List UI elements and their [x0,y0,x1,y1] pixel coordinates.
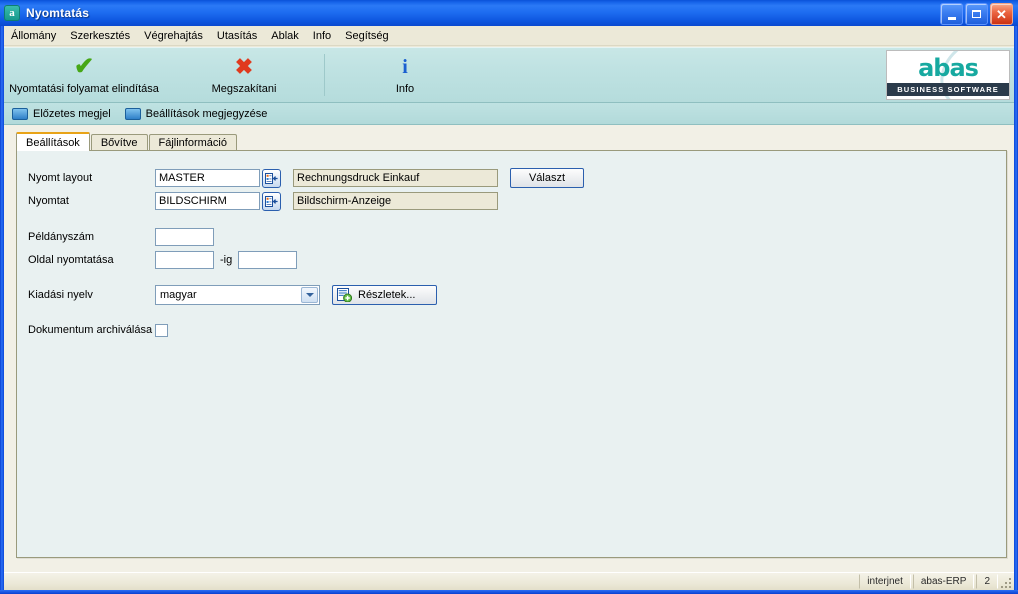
form-area: Beállítások Bővítve Fájlinformáció Nyomt… [4,125,1014,572]
title-bar: a Nyomtatás ✕ [0,0,1018,26]
window-controls: ✕ [940,3,1013,25]
logo-tagline: BUSINESS SOFTWARE [887,83,1009,96]
maximize-icon [972,10,981,18]
close-icon: ✕ [996,6,1007,22]
save-settings-toggle-icon [124,107,141,120]
status-cell-network: interjnet [859,574,911,589]
abas-app-icon: a [4,5,20,21]
options-bar: Előzetes megjel Beállítások megjegyzése [4,103,1014,125]
start-print-button[interactable]: ✔ Nyomtatási folyamat elindítása [4,48,164,102]
archive-label: Dokumentum archiválása [28,324,153,336]
close-button[interactable]: ✕ [990,3,1013,25]
start-print-label: Nyomtatási folyamat elindítása [9,83,159,95]
menu-item-vegrehajtas[interactable]: Végrehajtás [137,28,210,44]
maximize-button[interactable] [965,3,988,25]
preview-toggle-label: Előzetes megjel [33,107,111,120]
language-row: Kiadási nyelv magyar Részletek... [28,285,437,305]
preview-toggle[interactable]: Előzetes megjel [12,107,111,120]
print-dialog-window: a Nyomtatás ✕ Állomány Szerkesztés Végre… [0,0,1018,594]
window-frame-bottom [0,590,1018,594]
print-layout-picker-button[interactable] [262,168,281,188]
menu-item-segitseg[interactable]: Segítség [338,28,395,44]
info-icon: i [402,56,408,78]
pages-to-input[interactable] [238,251,298,269]
cancel-button[interactable]: ✖ Megszakítani [164,48,324,102]
save-settings-toggle[interactable]: Beállítások megjegyzése [124,107,268,120]
info-label: Info [395,83,415,95]
chevron-down-icon[interactable] [301,287,318,303]
menu-bar: Állomány Szerkesztés Végrehajtás Utasítá… [4,26,1014,46]
main-toolbar: ✔ Nyomtatási folyamat elindítása ✖ Megsz… [4,47,1014,103]
print-target-description [293,192,498,210]
window-frame-right [1014,26,1018,594]
print-layout-input[interactable] [155,169,260,187]
print-target-row: Nyomtat [28,191,498,211]
red-cross-icon: ✖ [234,54,254,79]
print-layout-label: Nyomt layout [28,172,93,184]
status-cell-system: abas-ERP [912,574,975,589]
tab-fajlinformacio[interactable]: Fájlinformáció [148,134,237,151]
print-target-input[interactable] [155,192,260,210]
abas-logo: abas BUSINESS SOFTWARE [886,50,1010,100]
tab-bovitve[interactable]: Bővítve [90,134,148,151]
menu-item-allomany[interactable]: Állomány [4,28,63,44]
pages-row: Oldal nyomtatása -ig [28,250,298,270]
minimize-button[interactable] [940,3,963,25]
print-layout-row: Nyomt layout Választ [28,168,584,188]
status-cell-count: 2 [976,574,998,589]
green-check-icon: ✔ [73,53,95,80]
menu-item-szerkesztes[interactable]: Szerkesztés [63,28,137,44]
language-selected-value: magyar [160,289,197,301]
tab-beallitasok[interactable]: Beállítások [16,132,90,151]
print-target-picker-button[interactable] [262,191,281,211]
menu-item-utasitas[interactable]: Utasítás [210,28,264,44]
print-target-label: Nyomtat [28,195,69,207]
archive-checkbox[interactable] [155,323,168,337]
print-layout-description [293,169,498,187]
settings-tab-panel: Nyomt layout Választ [16,150,1007,558]
status-bar: interjnet abas-ERP 2 [4,572,1014,590]
info-button[interactable]: i Info [325,48,485,102]
pages-from-input[interactable] [155,251,214,269]
save-settings-toggle-label: Beállítások megjegyzése [145,107,268,120]
pages-separator-label: -ig [220,254,233,266]
logo-wordmark: abas [918,54,979,82]
window-title: Nyomtatás [26,6,90,20]
list-select-icon [265,172,278,184]
resize-grip[interactable] [999,576,1011,588]
select-layout-button[interactable]: Választ [510,168,584,188]
preview-toggle-icon [12,107,28,120]
copies-label: Példányszám [28,231,95,243]
list-select-icon [265,195,278,207]
tab-strip: Beállítások Bővítve Fájlinformáció [16,132,1014,151]
menu-item-info[interactable]: Info [306,28,338,44]
archive-row: Dokumentum archiválása [28,320,168,340]
language-label: Kiadási nyelv [28,289,93,301]
copies-row: Példányszám [28,227,214,247]
pages-label: Oldal nyomtatása [28,254,114,266]
cancel-label: Megszakítani [211,83,277,95]
menu-item-ablak[interactable]: Ablak [264,28,306,44]
minimize-icon [947,16,956,20]
details-button-label: Részletek... [358,289,416,301]
details-button[interactable]: Részletek... [332,285,437,305]
document-add-icon [337,288,352,302]
language-combobox[interactable]: magyar [155,285,320,305]
copies-input[interactable] [155,228,214,246]
